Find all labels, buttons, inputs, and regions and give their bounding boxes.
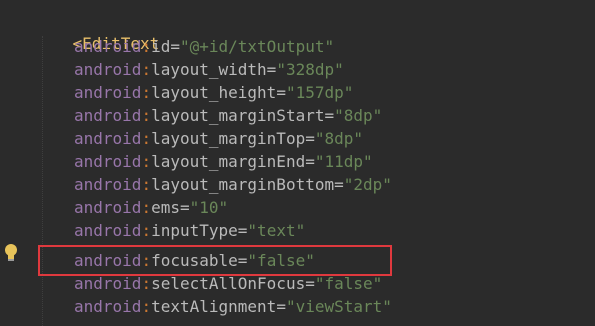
attr-equals: =: [305, 129, 315, 148]
lightbulb-icon[interactable]: [4, 243, 18, 263]
attr-namespace: android: [74, 175, 142, 194]
attr-name: inputType: [151, 221, 238, 240]
attr-colon: :: [141, 198, 152, 217]
attr-namespace: android: [74, 37, 142, 56]
attr-value: "2dp": [343, 175, 392, 194]
attr-namespace: android: [74, 60, 142, 79]
attr-colon: :: [141, 37, 152, 56]
attr-colon: :: [141, 274, 152, 293]
attr-value: "false": [314, 274, 383, 293]
attr-colon: :: [141, 129, 152, 148]
attr-equals: =: [170, 37, 180, 56]
attr-name: layout_height: [151, 83, 277, 102]
code-line-attr-margin-top[interactable]: android:layout_marginTop="8dp": [34, 127, 363, 150]
attr-value: "text": [247, 221, 306, 240]
attr-name: selectAllOnFocus: [151, 274, 306, 293]
attr-equals: =: [276, 297, 286, 316]
code-line-attr-id[interactable]: android:id="@+id/txtOutput": [34, 35, 334, 58]
attr-equals: =: [237, 221, 248, 240]
attr-namespace: android: [74, 106, 142, 125]
attr-equals: =: [276, 83, 286, 102]
editor-gutter: [0, 0, 22, 326]
attr-equals: =: [305, 274, 315, 293]
attr-colon: :: [141, 152, 152, 171]
code-editor[interactable]: <EditText android:id="@+id/txtOutput" an…: [0, 0, 595, 326]
attr-namespace: android: [74, 129, 142, 148]
highlight-annotation-box: [38, 245, 392, 276]
attr-namespace: android: [74, 152, 142, 171]
code-line-attr-text-alignment[interactable]: android:textAlignment="viewStart": [34, 295, 392, 318]
attr-name: layout_marginStart: [151, 106, 325, 125]
attr-value: "8dp": [314, 129, 364, 148]
attr-colon: :: [141, 60, 152, 79]
attr-namespace: android: [74, 198, 142, 217]
attr-name: id: [151, 37, 171, 56]
attr-value: "viewStart": [285, 297, 392, 316]
code-line-attr-margin-start[interactable]: android:layout_marginStart="8dp": [34, 104, 382, 127]
attr-value: "8dp": [334, 106, 383, 125]
code-line-attr-margin-bottom[interactable]: android:layout_marginBottom="2dp": [34, 173, 392, 196]
code-line-opening-tag[interactable]: <EditText: [34, 9, 160, 53]
attr-colon: :: [141, 297, 152, 316]
attr-namespace: android: [74, 297, 142, 316]
attr-namespace: android: [74, 83, 142, 102]
attr-colon: :: [141, 221, 152, 240]
attr-value: "328dp": [276, 60, 344, 79]
attr-name: layout_marginEnd: [151, 152, 306, 171]
attr-colon: :: [141, 83, 152, 102]
attr-name: layout_marginTop: [151, 129, 306, 148]
code-line-attr-margin-end[interactable]: android:layout_marginEnd="11dp": [34, 150, 373, 173]
code-line-attr-layout-width[interactable]: android:layout_width="328dp": [34, 58, 344, 81]
attr-colon: :: [141, 175, 152, 194]
attr-equals: =: [305, 152, 315, 171]
code-line-attr-ems[interactable]: android:ems="10": [34, 196, 228, 219]
attr-value: "11dp": [314, 152, 373, 171]
attr-namespace: android: [74, 221, 142, 240]
attr-equals: =: [334, 175, 344, 194]
attr-name: layout_marginBottom: [151, 175, 335, 194]
attr-equals: =: [324, 106, 335, 125]
code-line-attr-layout-height[interactable]: android:layout_height="157dp": [34, 81, 353, 104]
attr-name: ems: [151, 198, 180, 217]
attr-value: "157dp": [285, 83, 354, 102]
attr-namespace: android: [74, 274, 142, 293]
code-line-attr-input-type[interactable]: android:inputType="text": [34, 219, 305, 242]
attr-equals: =: [266, 60, 277, 79]
attr-colon: :: [141, 106, 152, 125]
attr-value: "@+id/txtOutput": [179, 37, 335, 56]
attr-value: "10": [189, 198, 229, 217]
attr-name: layout_width: [151, 60, 267, 79]
attr-name: textAlignment: [151, 297, 277, 316]
attr-equals: =: [179, 198, 190, 217]
